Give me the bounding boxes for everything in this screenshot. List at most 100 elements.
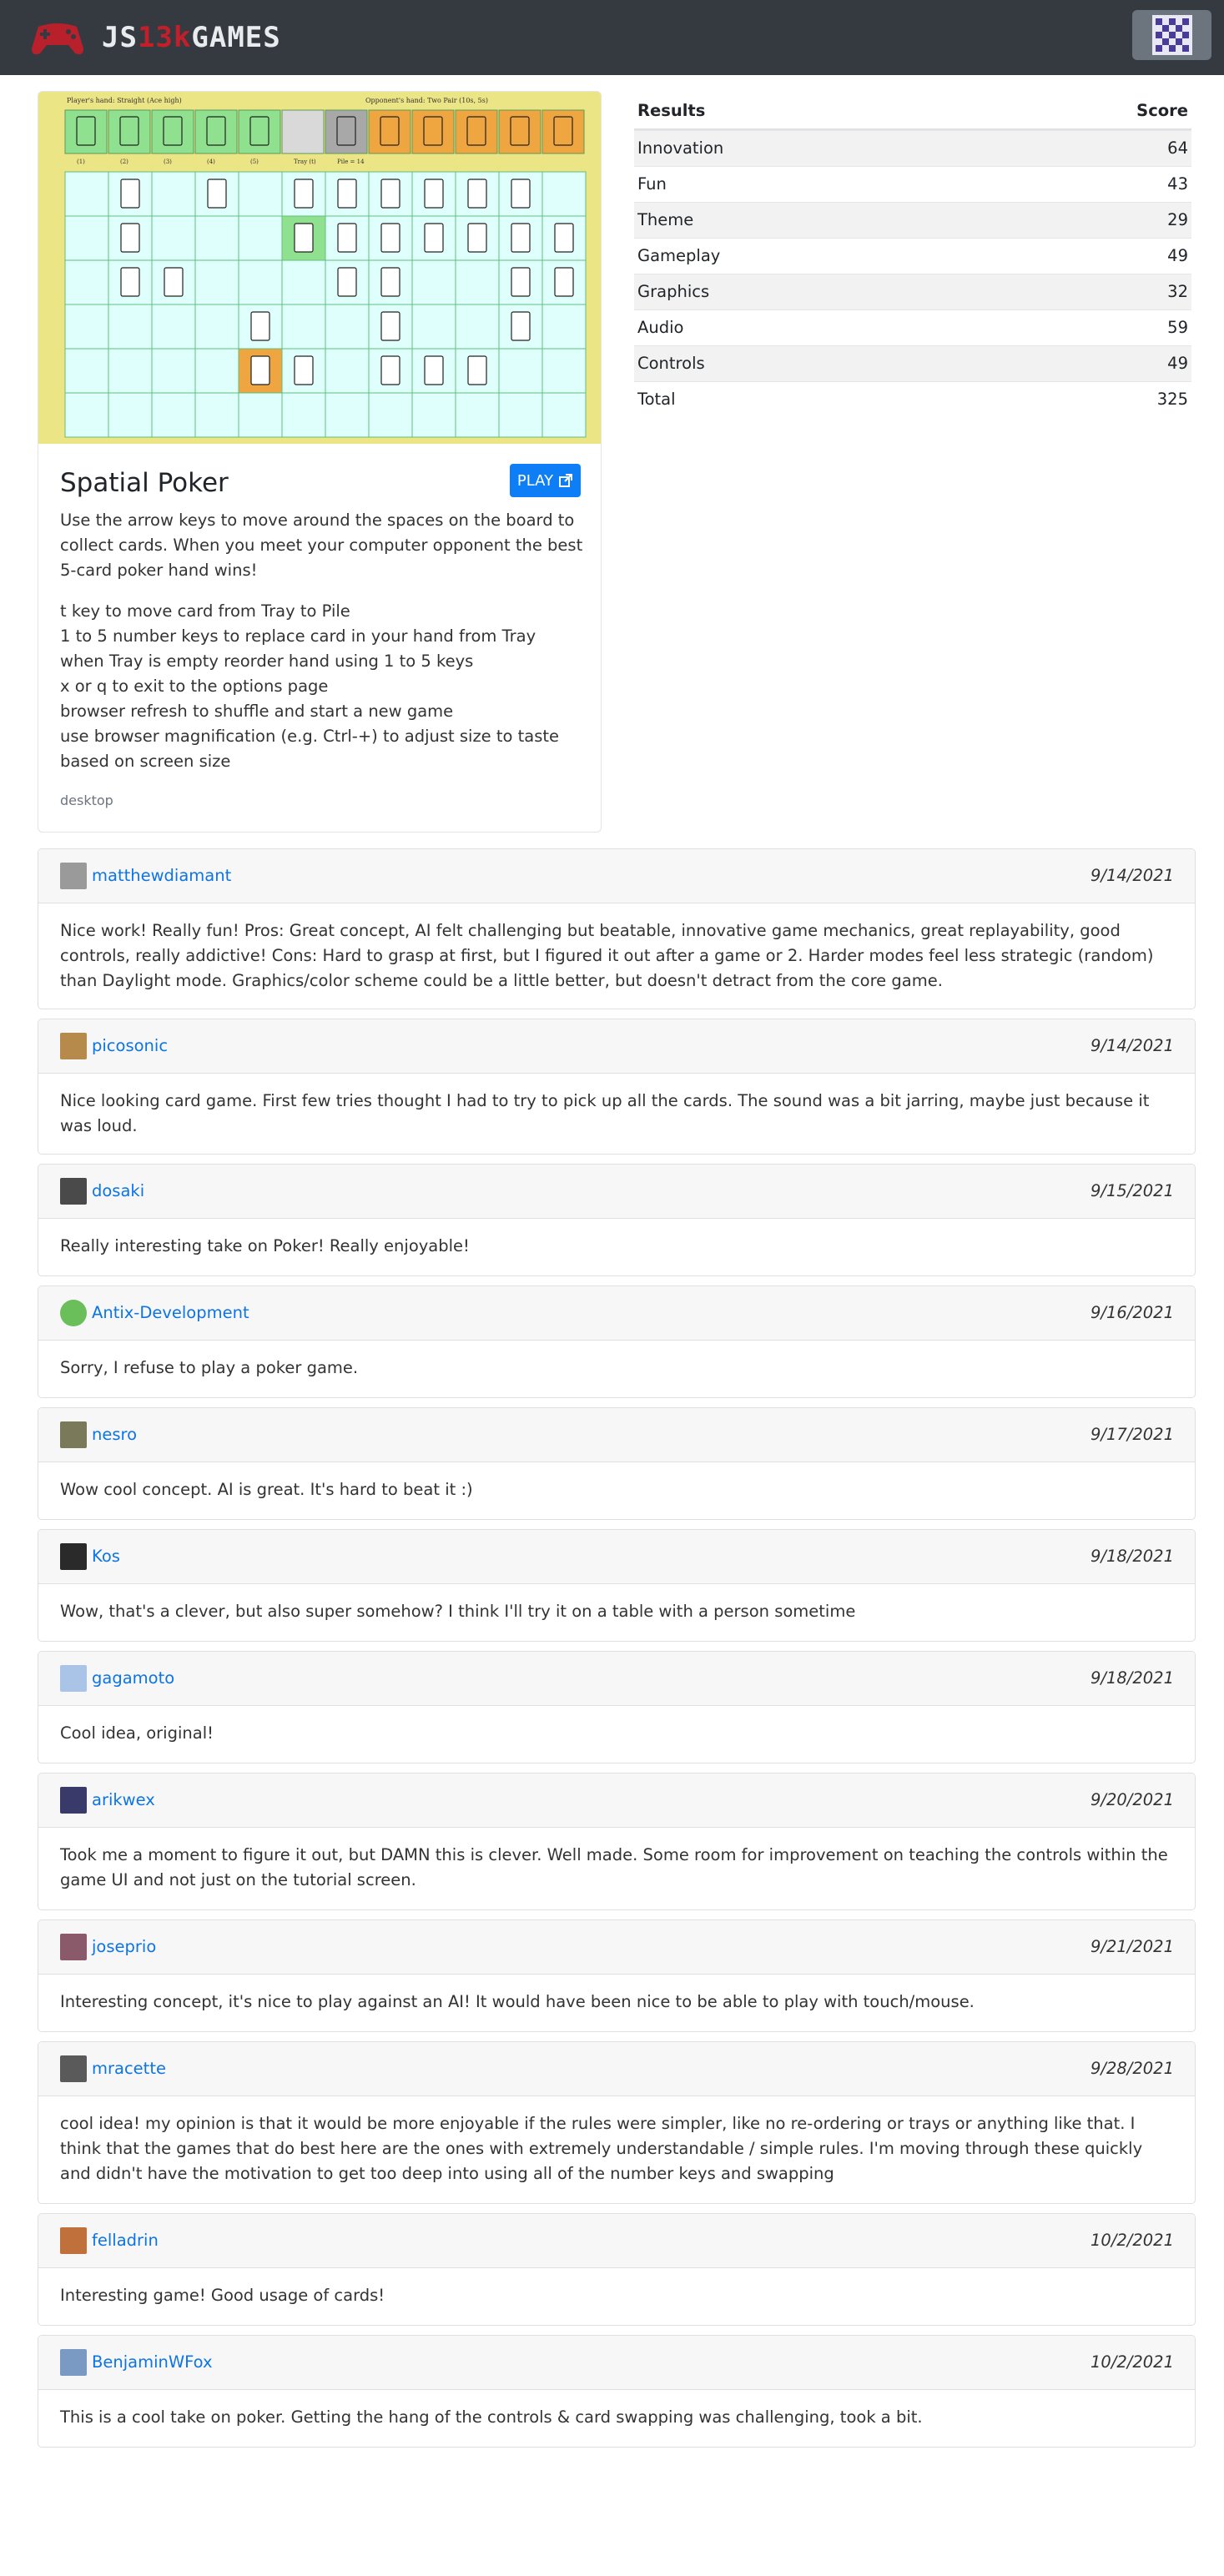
board-cell (455, 304, 500, 350)
board-cell (281, 259, 326, 305)
comment-author-link[interactable]: mracette (92, 2056, 1091, 2080)
board-cell (151, 171, 196, 217)
comment-card: dosaki 9/15/2021 Really interesting take o… (38, 1164, 1196, 1276)
results-row: Gameplay 49 (634, 238, 1191, 274)
avatar[interactable] (60, 2055, 87, 2082)
game-screenshot[interactable]: Player's hand: Straight (Ace high) Oppon… (38, 92, 601, 444)
top-navbar: JS13kGAMES (0, 0, 1224, 75)
category-label: Total (637, 390, 676, 410)
avatar[interactable] (60, 1543, 87, 1570)
comment-author-link[interactable]: gagamoto (92, 1666, 1091, 1690)
slot-label: Pile = 14 (337, 158, 365, 165)
comment-author-link[interactable]: Kos (92, 1544, 1091, 1568)
board-cell (194, 215, 239, 261)
slot-label: (4) (207, 158, 215, 165)
card-icon (294, 223, 314, 253)
card-icon (380, 355, 400, 385)
avatar[interactable] (60, 1934, 87, 1960)
comment-card: gagamoto 9/18/2021 Cool idea, original! (38, 1651, 1196, 1763)
card-icon (120, 179, 140, 209)
board-cell (238, 392, 283, 438)
comment-author-link[interactable]: matthewdiamant (92, 863, 1091, 888)
comment-text: This is a cool take on poker. Getting th… (60, 2407, 923, 2427)
comment-header: arikwex 9/20/2021 (38, 1774, 1195, 1828)
slot-label: (1) (77, 158, 85, 165)
game-title: Spatial Poker (60, 468, 229, 498)
card-icon (511, 311, 531, 341)
slot-label: Tray (t) (294, 158, 316, 165)
category-score: 325 (1156, 390, 1188, 410)
comment-text: Nice looking card game. First few tries … (60, 1091, 1150, 1135)
card-icon (511, 267, 531, 297)
play-button[interactable]: PLAY (510, 464, 581, 497)
comment-author-link[interactable]: joseprio (92, 1935, 1091, 1959)
user-avatar-icon (1151, 15, 1192, 55)
avatar[interactable] (60, 1421, 87, 1448)
results-row: Controls 49 (634, 345, 1191, 381)
comment-author-link[interactable]: Antix-Development (92, 1301, 1091, 1325)
card-icon (337, 179, 357, 209)
card-icon (467, 223, 487, 253)
avatar[interactable] (60, 1665, 87, 1692)
board-cell (194, 259, 239, 305)
comment-text: Took me a moment to figure it out, but D… (60, 1845, 1168, 1889)
results-header-label: Results (637, 101, 706, 121)
comment-text: Wow, that's a clever, but also super som… (60, 1602, 856, 1621)
game-description: Use the arrow keys to move around the sp… (60, 511, 583, 580)
category-score: 32 (1167, 282, 1188, 302)
board-cell (64, 348, 109, 394)
board-cell (498, 348, 543, 394)
site-brand[interactable]: JS13kGAMES (28, 17, 281, 58)
avatar[interactable] (60, 2227, 87, 2254)
avatar[interactable] (60, 1300, 87, 1326)
comment-date: 9/20/2021 (1091, 1790, 1174, 1810)
board-cell (455, 259, 500, 305)
board-cell (238, 171, 283, 217)
card-icon (424, 223, 444, 253)
comment-header: Antix-Development 9/16/2021 (38, 1286, 1195, 1341)
board-cell (325, 304, 370, 350)
board-cell (64, 171, 109, 217)
card-icon (554, 223, 574, 253)
card-icon (337, 267, 357, 297)
category-score: 64 (1167, 138, 1188, 158)
comment-text: Wow cool concept. AI is great. It's hard… (60, 1480, 473, 1499)
board-cell (108, 304, 153, 350)
card-icon (467, 355, 487, 385)
board-cell (64, 392, 109, 438)
board-cell (411, 259, 456, 305)
results-header-score: Score (1136, 101, 1188, 121)
comment-card: picosonic 9/14/2021 Nice looking card game… (38, 1019, 1196, 1155)
comment-author-link[interactable]: dosaki (92, 1179, 1091, 1203)
user-menu-button[interactable] (1132, 10, 1211, 60)
slot-label: (2) (120, 158, 128, 165)
comment-author-link[interactable]: BenjaminWFox (92, 2350, 1091, 2374)
comment-header: matthewdiamant 9/14/2021 (38, 849, 1195, 903)
comment-author-link[interactable]: nesro (92, 1422, 1091, 1446)
comment-author-link[interactable]: picosonic (92, 1034, 1091, 1058)
category-score: 29 (1167, 210, 1188, 230)
card-icon (250, 311, 270, 341)
comment-author-link[interactable]: felladrin (92, 2228, 1091, 2252)
game-board (64, 171, 587, 438)
comment-card: matthewdiamant 9/14/2021 Nice work! Really… (38, 848, 1196, 1009)
comment-header: mracette 9/28/2021 (38, 2042, 1195, 2096)
avatar[interactable] (60, 2349, 87, 2376)
comment-author-link[interactable]: arikwex (92, 1788, 1091, 1812)
comment-date: 9/21/2021 (1091, 1937, 1174, 1957)
avatar[interactable] (60, 1033, 87, 1059)
card-icon (380, 179, 400, 209)
card-icon (424, 179, 444, 209)
avatar[interactable] (60, 863, 87, 889)
board-cell (541, 392, 587, 438)
card-icon (380, 311, 400, 341)
category-score: 49 (1167, 246, 1188, 266)
comment-header: picosonic 9/14/2021 (38, 1019, 1195, 1074)
avatar[interactable] (60, 1787, 87, 1814)
card-icon (337, 223, 357, 253)
instruction-line: use browser magnification (e.g. Ctrl-+) … (60, 727, 560, 771)
comment-header: Kos 9/18/2021 (38, 1530, 1195, 1584)
comment-header: gagamoto 9/18/2021 (38, 1652, 1195, 1706)
avatar[interactable] (60, 1178, 87, 1205)
board-cell (194, 348, 239, 394)
